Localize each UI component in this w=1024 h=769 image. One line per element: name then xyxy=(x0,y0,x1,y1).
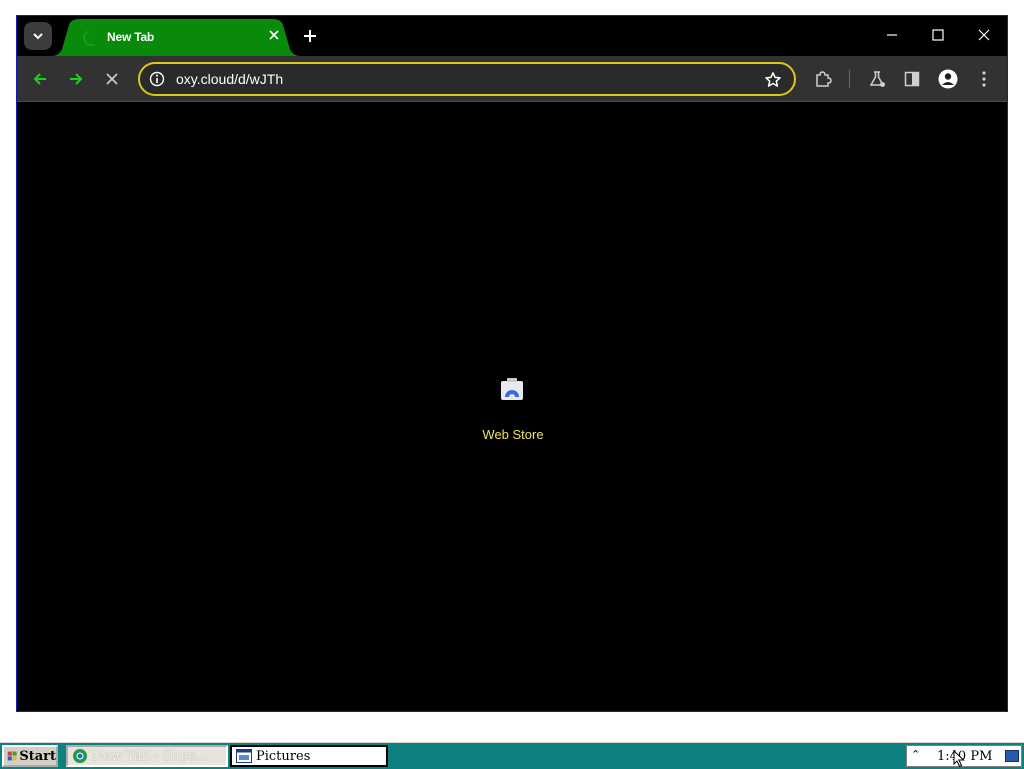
taskbar-item-pictures[interactable]: Pictures xyxy=(230,745,388,767)
menu-button[interactable] xyxy=(969,64,999,94)
tray-expand-icon[interactable]: ⌃ xyxy=(911,748,920,761)
side-panel-button[interactable] xyxy=(897,64,927,94)
web-store-icon xyxy=(501,378,523,400)
forward-button[interactable] xyxy=(61,64,91,94)
flask-icon xyxy=(869,71,885,87)
taskbar: Start New Tab - Supe... Pictures ⌃ 1:40 … xyxy=(0,741,1024,769)
close-icon xyxy=(978,29,990,41)
puzzle-piece-icon xyxy=(816,71,832,87)
side-panel-icon xyxy=(904,71,920,87)
tab-close-button[interactable] xyxy=(263,24,285,46)
url-text[interactable]: oxy.cloud/d/wJTh xyxy=(176,71,283,87)
address-bar[interactable]: oxy.cloud/d/wJTh xyxy=(138,62,796,96)
maximize-button[interactable] xyxy=(915,20,961,50)
tab-search-button[interactable] xyxy=(24,22,52,50)
taskbar-item-label: Pictures xyxy=(256,748,311,764)
bookmark-star-icon[interactable] xyxy=(762,69,784,91)
taskbar-band: Start New Tab - Supe... Pictures ⌃ 1:40 … xyxy=(0,743,1024,769)
chevron-down-icon xyxy=(33,33,43,40)
site-info-icon[interactable] xyxy=(148,70,166,88)
arrow-right-icon xyxy=(70,73,83,85)
minimize-button[interactable] xyxy=(869,20,915,50)
network-icon[interactable] xyxy=(1005,750,1019,762)
new-tab-button[interactable] xyxy=(297,23,323,49)
avatar-icon xyxy=(938,69,958,89)
back-button[interactable] xyxy=(25,64,55,94)
profile-button[interactable] xyxy=(933,64,963,94)
toolbar: oxy.cloud/d/wJTh xyxy=(17,56,1007,102)
shortcut-web-store[interactable]: Web Store xyxy=(475,371,551,451)
mouse-cursor-icon xyxy=(953,750,965,768)
shortcut-label: Web Store xyxy=(482,427,544,442)
stop-loading-button[interactable] xyxy=(97,64,127,94)
tab-strip: New Tab xyxy=(17,16,1007,56)
close-icon xyxy=(106,73,118,85)
page-content: Web Store xyxy=(17,103,1007,711)
arrow-left-icon xyxy=(33,73,46,85)
browser-window: New Tab oxy.cloud/d/wJTh Web Store xyxy=(16,15,1008,712)
chrome-icon xyxy=(73,749,87,763)
plus-icon xyxy=(304,30,316,42)
window-close-button[interactable] xyxy=(961,20,1007,50)
start-button[interactable]: Start xyxy=(2,745,58,767)
windows-logo-icon xyxy=(7,751,17,761)
start-label: Start xyxy=(19,748,56,764)
extensions-button[interactable] xyxy=(808,64,838,94)
folder-window-icon xyxy=(236,749,252,763)
minimize-icon xyxy=(887,34,897,36)
taskbar-item-new-tab[interactable]: New Tab - Supe... xyxy=(66,745,228,767)
maximize-icon xyxy=(932,29,944,41)
close-icon xyxy=(269,30,279,40)
taskbar-item-label: New Tab - Supe... xyxy=(92,748,209,764)
tab-new-tab[interactable]: New Tab xyxy=(51,19,301,56)
labs-button[interactable] xyxy=(862,64,892,94)
toolbar-separator xyxy=(849,70,850,88)
kebab-menu-icon xyxy=(982,71,986,87)
tab-title: New Tab xyxy=(107,30,155,44)
